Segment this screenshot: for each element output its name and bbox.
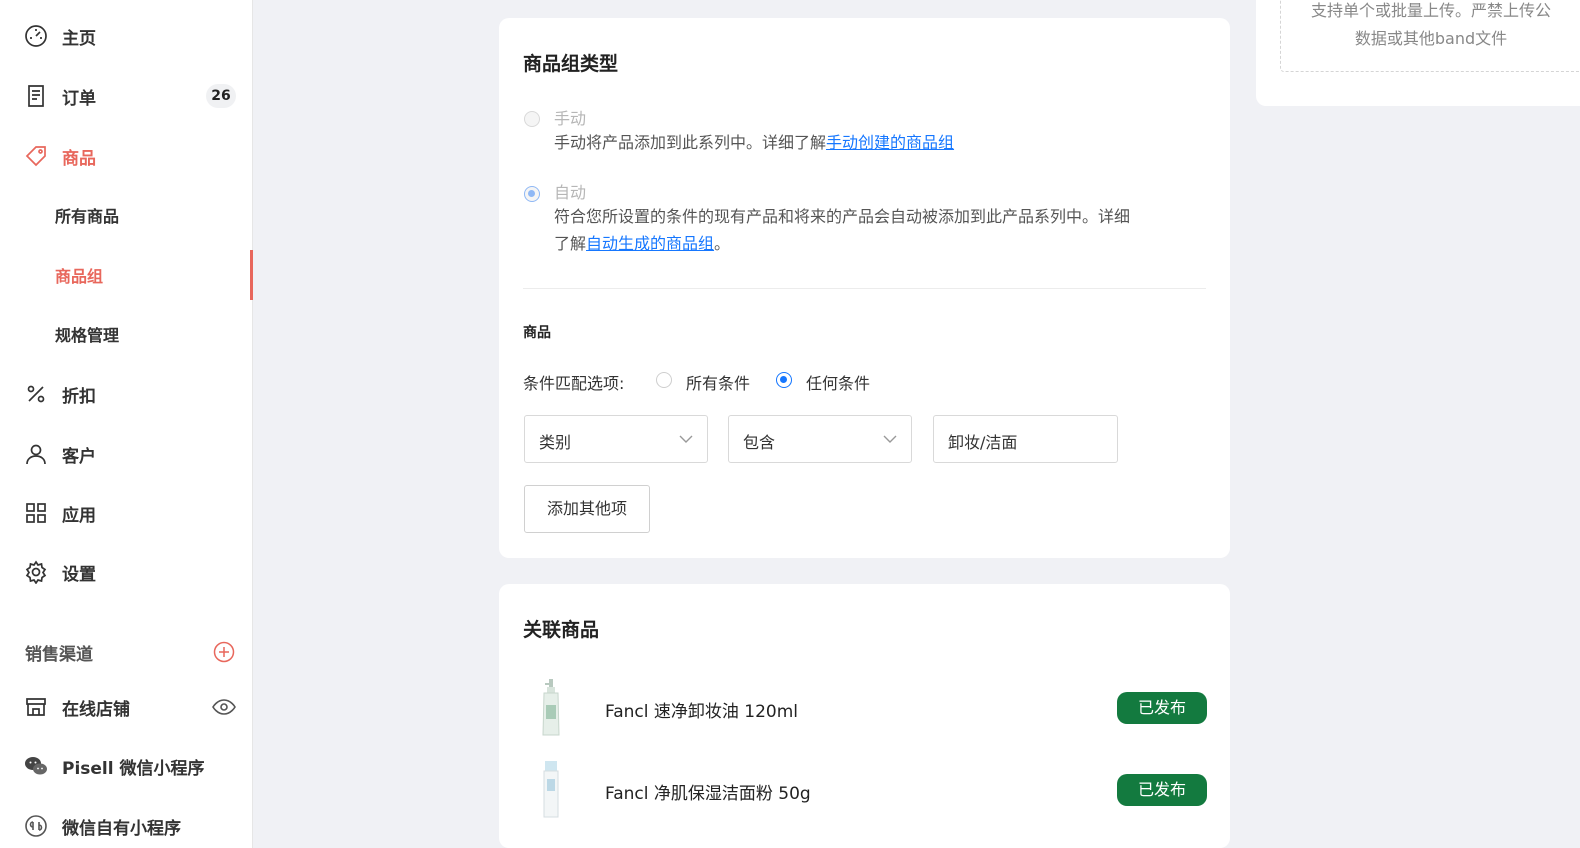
sub-item-all-products[interactable]: 所有商品 <box>0 195 252 235</box>
nav-item-label: 微信自有小程序 <box>62 818 181 839</box>
nav-item-label: 客户 <box>62 446 96 467</box>
manual-groups-link[interactable]: 手动创建的商品组 <box>826 133 954 152</box>
percent-icon <box>27 385 45 403</box>
related-products-title: 关联商品 <box>523 619 600 641</box>
status-badge: 已发布 <box>1117 774 1207 806</box>
condition-operator-value: 包含 <box>743 433 776 452</box>
product-thumbnail-washing-powder <box>543 761 559 818</box>
upload-card: 支持单个或批量上传。严禁上传公 数据或其他band文件 <box>1256 0 1580 106</box>
product-row[interactable]: Fancl 净肌保湿洁面粉 50g 已发布 <box>523 759 1207 823</box>
condition-field-select[interactable]: 类别 <box>524 415 708 463</box>
sub-item-label: 所有商品 <box>55 207 120 226</box>
gear-icon <box>25 560 47 584</box>
add-channel-icon[interactable] <box>212 640 236 664</box>
manual-radio-label: 手动 <box>554 109 587 128</box>
auto-radio[interactable] <box>524 186 540 202</box>
store-icon <box>26 698 46 716</box>
product-name: Fancl 速净卸妆油 120ml <box>605 702 799 722</box>
add-condition-button[interactable]: 添加其他项 <box>524 485 650 533</box>
dashboard-icon <box>25 25 47 47</box>
user-icon <box>26 444 46 465</box>
match-all-label: 所有条件 <box>686 374 751 393</box>
sales-channels-label: 销售渠道 <box>25 644 93 665</box>
status-badge: 已发布 <box>1117 692 1207 724</box>
receipt-icon <box>28 85 44 107</box>
sidebar: 主页 订单 26 商品 所有商品 商品组 规格管理 折扣 客户 应用 设置 销售… <box>0 0 253 848</box>
sub-item-label: 商品组 <box>55 267 104 286</box>
manual-radio[interactable] <box>524 111 540 127</box>
condition-operator-select[interactable]: 包含 <box>728 415 912 463</box>
nav-item-apps[interactable]: 应用 <box>0 493 252 533</box>
auto-description-suffix: 。 <box>714 234 731 253</box>
active-indicator <box>250 250 253 300</box>
product-row[interactable]: Fancl 速净卸妆油 120ml 已发布 <box>523 677 1207 741</box>
nav-item-label: 设置 <box>62 564 96 585</box>
condition-field-value: 类别 <box>539 433 572 452</box>
match-all-radio[interactable] <box>656 372 672 388</box>
condition-value-input[interactable]: 卸妆/洁面 <box>933 415 1118 463</box>
auto-description-line2: 了解自动生成的商品组。 <box>554 230 1204 257</box>
eye-icon[interactable] <box>212 695 236 719</box>
nav-item-label: 订单 <box>62 88 96 109</box>
nav-item-online-store[interactable]: 在线店铺 <box>0 687 252 727</box>
chevron-down-icon <box>679 435 693 443</box>
nav-item-products[interactable]: 商品 <box>0 136 252 176</box>
nav-item-label: 应用 <box>62 505 96 526</box>
auto-description-prefix: 了解 <box>554 234 587 253</box>
sub-item-product-groups[interactable]: 商品组 <box>0 255 252 295</box>
group-type-title: 商品组类型 <box>523 53 619 75</box>
nav-item-discounts[interactable]: 折扣 <box>0 374 252 414</box>
match-option-label: 条件匹配选项: <box>523 374 625 393</box>
mini-program-icon <box>25 815 47 837</box>
sales-channels-header: 销售渠道 <box>0 632 252 672</box>
related-products-card: 关联商品 Fancl 速净卸妆油 120ml 已发布 Fancl 净肌保湿洁面粉… <box>499 584 1230 848</box>
group-type-card: 商品组类型 手动 手动将产品添加到此系列中。详细了解手动创建的商品组 自动 符合… <box>499 18 1230 558</box>
divider <box>523 288 1206 289</box>
auto-radio-label: 自动 <box>554 183 587 202</box>
orders-count-badge: 26 <box>206 84 236 108</box>
manual-description-text: 手动将产品添加到此系列中。详细了解 <box>554 133 827 152</box>
auto-description-line1: 符合您所设置的条件的现有产品和将来的产品会自动被添加到此产品系列中。详细 <box>554 207 1131 226</box>
nav-item-home[interactable]: 主页 <box>0 16 252 56</box>
nav-item-wechat-own-mini-program[interactable]: 微信自有小程序 <box>0 806 252 846</box>
nav-item-label: 折扣 <box>62 386 96 407</box>
nav-item-label: Pisell 微信小程序 <box>62 758 205 779</box>
auto-groups-link[interactable]: 自动生成的商品组 <box>586 234 714 253</box>
nav-item-pisell-mini-program[interactable]: Pisell 微信小程序 <box>0 746 252 786</box>
match-any-label: 任何条件 <box>806 374 871 393</box>
nav-item-label: 主页 <box>62 28 96 49</box>
match-any-radio[interactable] <box>776 372 792 388</box>
upload-hint-line2: 数据或其他band文件 <box>1354 29 1508 48</box>
products-conditions-title: 商品 <box>523 325 551 341</box>
auto-description: 符合您所设置的条件的现有产品和将来的产品会自动被添加到此产品系列中。详细 了解自… <box>554 203 1204 257</box>
tag-icon <box>25 146 46 167</box>
chevron-down-icon <box>883 435 897 443</box>
sub-item-spec-management[interactable]: 规格管理 <box>0 314 252 354</box>
manual-description: 手动将产品添加到此系列中。详细了解手动创建的商品组 <box>554 129 954 156</box>
wechat-icon <box>25 757 47 775</box>
upload-hint-line1: 支持单个或批量上传。严禁上传公 <box>1310 1 1551 20</box>
apps-grid-icon <box>26 503 46 523</box>
nav-item-orders[interactable]: 订单 26 <box>0 76 252 116</box>
nav-item-label: 在线店铺 <box>62 699 130 720</box>
condition-value-text: 卸妆/洁面 <box>948 433 1018 452</box>
product-name: Fancl 净肌保湿洁面粉 50g <box>605 784 811 804</box>
product-thumbnail-cleansing-oil <box>542 679 560 736</box>
upload-dropzone[interactable]: 支持单个或批量上传。严禁上传公 数据或其他band文件 <box>1280 0 1580 72</box>
nav-item-customers[interactable]: 客户 <box>0 434 252 474</box>
nav-item-label: 商品 <box>62 148 96 169</box>
nav-item-settings[interactable]: 设置 <box>0 552 252 592</box>
sub-item-label: 规格管理 <box>55 326 120 345</box>
